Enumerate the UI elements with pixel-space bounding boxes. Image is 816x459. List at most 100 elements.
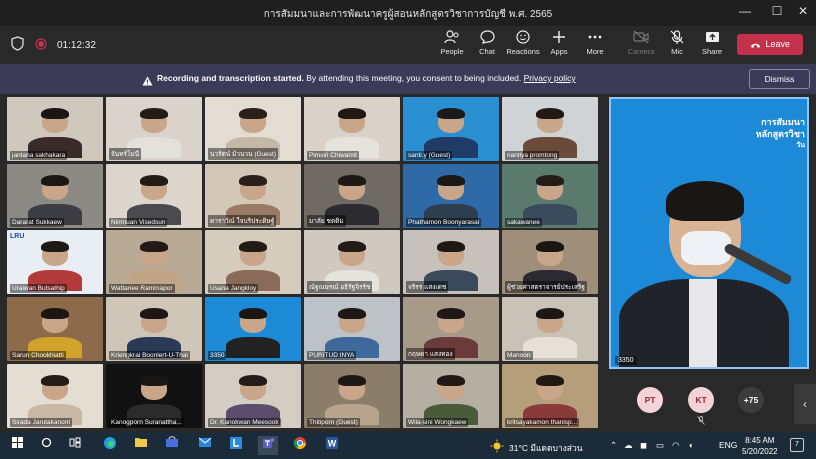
slide-text-line: หลักสูตรวิชา [755,129,805,139]
more-dots-icon [576,30,614,46]
network-icon[interactable]: ▭ [656,440,664,451]
minimize-button[interactable]: — [735,4,755,18]
participant-tile[interactable]: Dararat Sukkaew [7,164,103,228]
wifi-icon[interactable]: ◠ [672,440,679,451]
participant-tile[interactable]: มาลัย ชตติม [304,164,400,228]
participant-tile[interactable]: Dr. Kanokwan Meesook [205,364,301,428]
reactions-button[interactable]: Reactions [504,30,542,56]
participant-hair [337,174,367,187]
share-icon [693,30,731,46]
participant-name: Wila-sini Wongkaew [406,418,469,427]
participant-tile[interactable]: Kriengkrai Boonlert-U-Thai [106,297,202,361]
participant-name: sakawanee [505,218,542,227]
task-view-icon[interactable] [65,436,85,455]
more-button[interactable]: More [576,30,614,56]
language-indicator[interactable]: ENG [719,440,737,450]
app-tray-icon[interactable]: ◼ [640,440,647,451]
privacy-policy-link[interactable]: Privacy policy [524,73,576,83]
chevron-left-icon[interactable]: ‹ [794,384,816,424]
participant-hair [337,307,367,320]
reactions-icon [504,30,542,46]
people-button[interactable]: People [433,30,471,56]
speaker-video-tile[interactable]: การสัมมนา หลักสูตรวิชา วัน 3350 [609,97,809,369]
participant-name: Sarun Chookhiatti [10,351,66,360]
participant-tile[interactable]: ผู้ช่วยศาสตราจารย์ประเสริฐ [502,230,598,294]
cloud-icon[interactable]: ☁ [624,440,633,451]
participant-tile[interactable]: Phathamon Boonyarasai [403,164,499,228]
store-icon[interactable] [162,436,182,455]
windows-start-icon[interactable] [7,436,27,455]
tray-chevron-icon[interactable]: ⌃ [610,440,617,451]
participant-tile[interactable]: nantiya promtong [502,97,598,161]
people-label: People [440,47,464,56]
participant-hair [337,107,367,120]
participant-hair [40,174,70,187]
mail-icon[interactable] [195,436,215,455]
participant-name: ดาราวัณ์ ใจบริประดิษฐ์ [208,215,277,227]
avatar-kt[interactable]: KT [688,387,714,413]
l-app-icon[interactable] [226,436,246,455]
title-bar: การสัมมนาและการพัฒนาครูผู้สอนหลักสูตรวิช… [0,0,816,26]
volume-icon[interactable]: ◖ [688,440,693,450]
participant-name: kritsayakamon thanisp... [505,418,580,427]
participant-name: Wattanee Rammapor [109,284,175,293]
dismiss-button[interactable]: Dismiss [749,69,810,89]
participant-tile[interactable]: Pimsiri Chiwamit [304,97,400,161]
camera-button[interactable]: Camera [622,30,660,56]
participant-tile[interactable]: นวรัตน์ ม้วนวน (Guest) [205,97,301,161]
participant-tile[interactable]: Kanogporn Suranattha... [106,364,202,428]
participant-tile[interactable]: Sirada Jarutakanont [7,364,103,428]
participant-tile[interactable]: Thitiporn (Guest) [304,364,400,428]
participant-tile[interactable]: Manoon [502,297,598,361]
participant-name: จันทร์โมนี [109,148,142,160]
notification-badge[interactable]: 7 [790,438,804,452]
weather-text[interactable]: 31°C มีแดดบางส่วน [509,441,583,455]
participant-name: Phathamon Boonyarasai [406,218,482,227]
share-button[interactable]: Share [693,30,731,56]
avatar-pt[interactable]: PT [637,387,663,413]
muted-mic-icon [697,416,705,427]
participant-tile[interactable]: sakawanee [502,164,598,228]
participant-tile[interactable]: 3350 [205,297,301,361]
participant-tile[interactable]: ณัฐณษรณ์ อธิรัฐจิรรัช [304,230,400,294]
participant-hair [337,240,367,253]
edge-icon[interactable] [100,436,120,455]
system-clock[interactable]: 8:45 AM 5/20/2022 [742,435,778,457]
participant-tile[interactable]: PURITUD INYA [304,297,400,361]
search-icon[interactable] [36,436,56,455]
participant-tile[interactable]: Sarun Chookhiatti [7,297,103,361]
participant-tile[interactable]: กฤษดา แสงทอง [403,297,499,361]
teams-icon[interactable] [258,436,278,455]
participant-hair [238,374,268,387]
participant-tile[interactable]: santi.y (Guest) [403,97,499,161]
more-participants-badge[interactable]: +75 [738,387,764,413]
participant-tile[interactable]: Nimnuan Visedsun [106,164,202,228]
shield-icon[interactable] [11,36,24,54]
participant-tile[interactable]: Wila-sini Wongkaew [403,364,499,428]
windows-taskbar: W 31°C มีแดดบางส่วน ⌃ ☁ ◼ ▭ ◠ ◖ ENG 8:45… [0,432,816,459]
participant-tile[interactable]: kritsayakamon thanisp... [502,364,598,428]
participant-tile[interactable]: LRU Uraiwan Butsathip [7,230,103,294]
participant-name: Pimsiri Chiwamit [307,151,360,160]
participant-tile[interactable]: Usana Jangkloy [205,230,301,294]
mic-label: Mic [671,47,683,56]
file-explorer-icon[interactable] [131,436,151,455]
participant-tile[interactable]: จริรร แสงเดช [403,230,499,294]
participant-tile[interactable]: Wattanee Rammapor [106,230,202,294]
maximize-button[interactable]: ☐ [767,4,787,18]
mic-button[interactable]: Mic [658,30,696,56]
more-label: More [586,47,604,56]
word-icon[interactable]: W [322,436,342,455]
chrome-icon[interactable] [290,436,310,455]
participant-grid: Adisak FonhakaewPailin Trongmateerutนวรั… [7,97,603,430]
sun-icon [490,439,504,458]
participant-name: santi.y (Guest) [406,151,453,160]
close-window-button[interactable]: ✕ [793,4,813,18]
leave-button[interactable]: Leave [737,34,803,55]
participant-tile[interactable]: จันทร์โมนี [106,97,202,161]
speaker-hair [666,181,744,221]
participant-tile[interactable]: jantana sakhakara [7,97,103,161]
participant-tile[interactable]: ดาราวัณ์ ใจบริประดิษฐ์ [205,164,301,228]
apps-button[interactable]: Apps [540,30,578,56]
chat-button[interactable]: Chat [468,30,506,56]
